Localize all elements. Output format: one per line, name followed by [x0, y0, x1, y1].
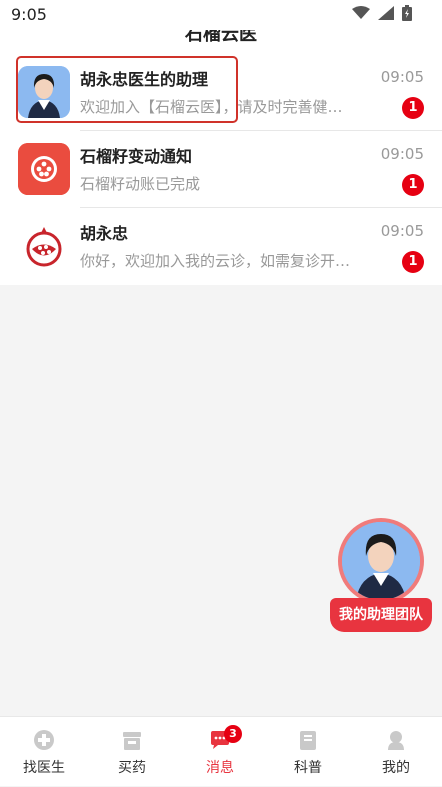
contact-name: 胡永忠: [80, 224, 129, 243]
status-bar: 9:05: [0, 0, 442, 30]
tab-science[interactable]: 科普: [264, 717, 352, 787]
message-time: 09:05: [380, 222, 424, 240]
user-icon: [388, 731, 404, 750]
assistant-team-avatar: [338, 518, 424, 604]
status-time: 9:05: [11, 5, 47, 24]
header: 石榴云医: [0, 30, 442, 54]
pomegranate-seed-icon: [18, 143, 70, 195]
battery-icon: [402, 5, 412, 21]
assistant-portrait: [342, 522, 420, 600]
tab-profile[interactable]: 我的: [352, 717, 440, 787]
message-time: 09:05: [380, 145, 424, 163]
assistant-team-label: 我的助理团队: [330, 598, 432, 632]
tab-label: 买药: [118, 760, 146, 776]
plus-cross-icon: [34, 730, 54, 750]
unread-badge: 1: [402, 251, 424, 273]
page-title: 石榴云医: [185, 30, 257, 45]
message-preview: 你好，欢迎加入我的云诊，如需复诊开…: [80, 252, 351, 270]
message-preview: 石榴籽动账已完成: [80, 175, 201, 193]
selection-highlight: [16, 56, 238, 123]
tab-find-doctor[interactable]: 找医生: [0, 717, 88, 787]
tab-buy-medicine[interactable]: 买药: [88, 717, 176, 787]
assistant-team-button[interactable]: 我的助理团队: [330, 518, 432, 636]
list-item[interactable]: 胡永忠 你好，欢迎加入我的云诊，如需复诊开… 09:05 1: [0, 208, 442, 285]
notification-avatar: [18, 143, 70, 195]
tab-label: 消息: [206, 760, 234, 776]
doctor-avatar: [18, 220, 70, 272]
tab-badge: 3: [224, 725, 242, 743]
signal-icon: [378, 6, 394, 20]
list-item[interactable]: 石榴籽变动通知 石榴籽动账已完成 09:05 1: [0, 131, 442, 208]
tab-label: 科普: [294, 760, 322, 776]
medicine-box-icon: [123, 732, 141, 750]
tab-label: 我的: [382, 760, 410, 776]
status-icons: [352, 5, 412, 21]
book-icon: [300, 731, 316, 750]
tab-label: 找医生: [23, 760, 65, 776]
contact-name: 石榴籽变动通知: [80, 147, 193, 166]
wifi-icon: [352, 6, 370, 19]
pomegranate-logo: [18, 220, 70, 272]
unread-badge: 1: [402, 174, 424, 196]
unread-badge: 1: [402, 97, 424, 119]
tab-messages[interactable]: 3 消息: [176, 717, 264, 787]
message-time: 09:05: [380, 68, 424, 86]
tab-bar: 找医生 买药 3 消息 科普 我的: [0, 716, 442, 786]
